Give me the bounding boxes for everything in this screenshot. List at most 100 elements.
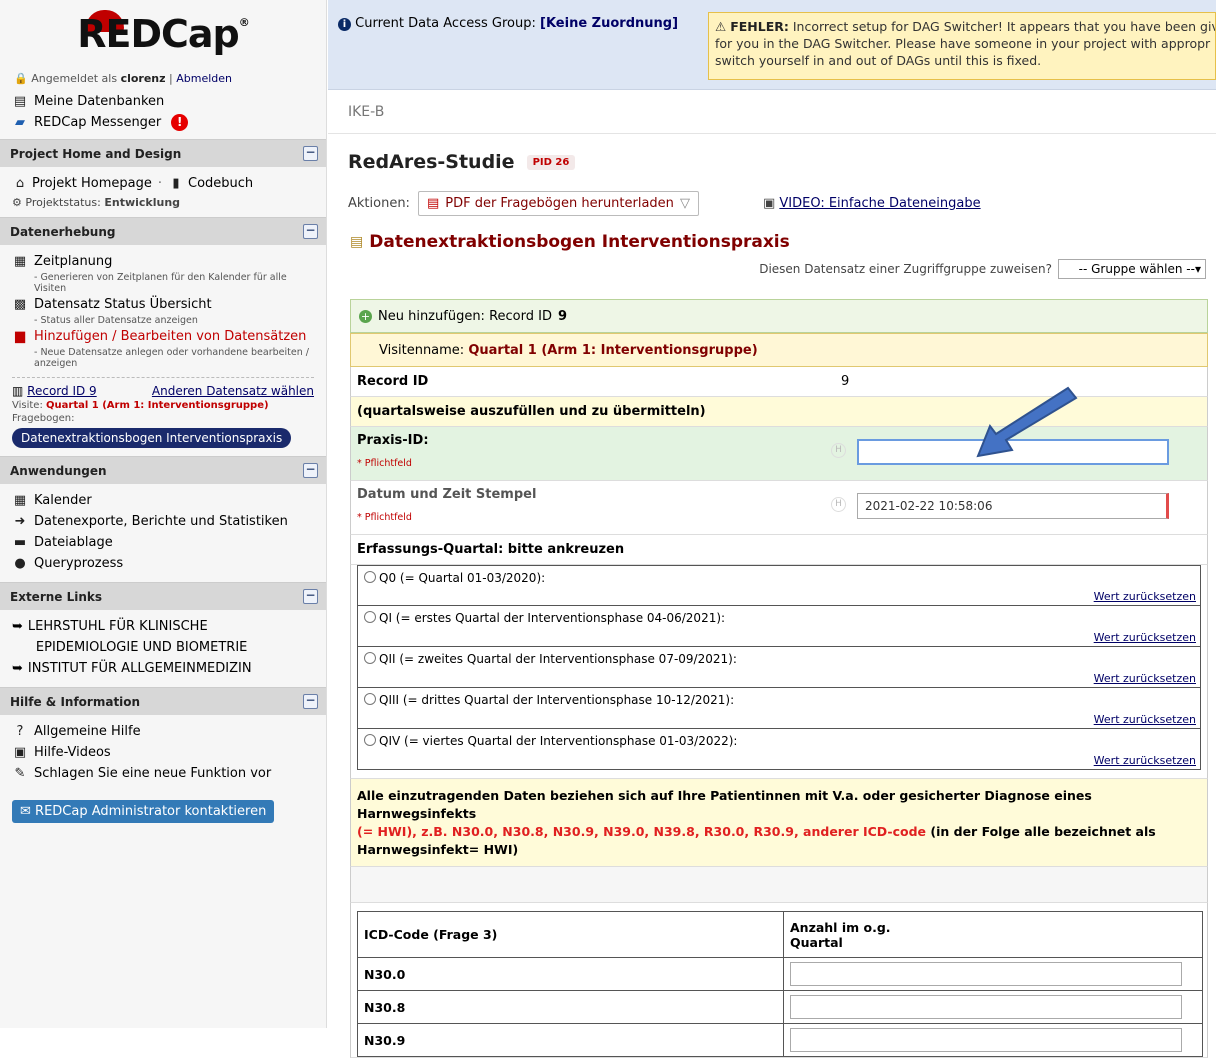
new-record-label: Neu hinzufügen: Record ID — [378, 308, 552, 324]
reset-link[interactable]: Wert zurücksetzen — [1094, 713, 1196, 726]
query-process-label: Queryprozess — [34, 556, 124, 571]
reset-link[interactable]: Wert zurücksetzen — [1094, 672, 1196, 685]
actions-label: Aktionen: — [348, 195, 410, 211]
codebook-link[interactable]: ▮ Codebuch — [168, 173, 253, 194]
current-form-pill[interactable]: Datenextraktionsbogen Interventionspraxi… — [12, 428, 292, 448]
radio-option[interactable]: QIV (= viertes Quartal der Interventions… — [357, 729, 1201, 770]
section-external-links: Externe Links − — [0, 582, 326, 610]
form-label: Fragebogen: — [12, 413, 75, 424]
lock-icon: 🔒 — [14, 72, 28, 85]
data-exports-link[interactable]: ➜ Datenexporte, Berichte und Statistiken — [12, 511, 314, 532]
calendar-link[interactable]: ▦ Kalender — [12, 490, 314, 511]
collapse-icon[interactable]: − — [303, 463, 318, 478]
external-link-general-medicine[interactable]: ➥ INSTITUT FÜR ALLGEMEINMEDIZIN — [12, 658, 314, 679]
external-link-epidemiology[interactable]: ➥ LEHRSTUHL FÜR KLINISCHE EPIDEMIOLOGIE U… — [12, 616, 314, 658]
icd-table: ICD-Code (Frage 3) Anzahl im o.g. Quartal… — [357, 911, 1203, 1057]
dag-assign-label: Diesen Datensatz einer Zugriffgruppe zuw… — [759, 262, 1052, 276]
scheduling-link[interactable]: ▦ Zeitplanung — [12, 251, 314, 272]
reset-link[interactable]: Wert zurücksetzen — [1094, 631, 1196, 644]
dag-label: Current Data Access Group: — [355, 16, 536, 31]
count-input[interactable] — [790, 995, 1182, 1019]
dag-select[interactable]: -- Gruppe wählen -- ▾ — [1058, 259, 1206, 279]
status-label: Projektstatus: — [25, 196, 101, 209]
status-overview-label: Datensatz Status Übersicht — [34, 297, 212, 312]
general-help-link[interactable]: ? Allgemeine Hilfe — [12, 721, 314, 742]
collapse-icon[interactable]: − — [303, 694, 318, 709]
reset-link[interactable]: Wert zurücksetzen — [1094, 590, 1196, 603]
help-videos-link[interactable]: ▣ Hilfe-Videos — [12, 742, 314, 763]
icd-code-cell: N30.9 — [357, 1023, 784, 1057]
visit-label: Visite: — [12, 400, 43, 411]
my-projects-link[interactable]: ▤ Meine Datenbanken — [12, 91, 314, 112]
count-input[interactable] — [790, 962, 1182, 986]
annotation-arrow-icon — [976, 386, 1078, 458]
chat-icon: ▰ — [15, 115, 25, 130]
history-icon[interactable]: H — [831, 443, 846, 458]
new-record-row: + Neu hinzufügen: Record ID 9 — [350, 299, 1208, 333]
collapse-icon[interactable]: − — [303, 589, 318, 604]
quarter-options: Q0 (= Quartal 01-03/2020): Wert zurückset… — [350, 565, 1208, 779]
radio-option[interactable]: QIII (= drittes Quartal der Intervention… — [357, 688, 1201, 729]
dag-value: [Keine Zuordnung] — [540, 16, 679, 31]
radio-button[interactable] — [364, 611, 376, 623]
login-prefix: Angemeldet als — [31, 72, 118, 85]
dag-select-value: -- Gruppe wählen -- — [1078, 262, 1195, 276]
record-id-link[interactable]: ▥ Record ID 9 — [12, 384, 97, 398]
download-pdf-button[interactable]: ▤ PDF der Fragebögen herunterladen ▽ — [417, 190, 699, 216]
external-link-label: LEHRSTUHL FÜR KLINISCHE EPIDEMIOLOGIE UND… — [28, 616, 247, 658]
breadcrumb: IKE-B — [328, 90, 1216, 134]
radio-button[interactable] — [364, 571, 376, 583]
count-cell — [783, 990, 1203, 1024]
video-link[interactable]: ▣ VIDEO: Einfache Dateneingabe — [763, 196, 981, 211]
choose-other-record-link[interactable]: Anderen Datensatz wählen — [152, 384, 314, 398]
add-edit-label: Hinzufügen / Bearbeiten von Datensätzen — [34, 329, 307, 344]
query-process-link[interactable]: ● Queryprozess — [12, 553, 314, 574]
radio-option[interactable]: QI (= erstes Quartal der Interventionsph… — [357, 606, 1201, 647]
grid-icon: ▩ — [13, 297, 27, 312]
form-title-text: Datenextraktionsbogen Interventionspraxi… — [369, 232, 790, 252]
logout-link[interactable]: Abmelden — [176, 72, 232, 85]
add-edit-records-link[interactable]: ▆ Hinzufügen / Bearbeiten von Datensätze… — [12, 326, 314, 347]
count-header-line: Quartal — [790, 934, 843, 950]
my-projects-label: Meine Datenbanken — [34, 94, 165, 109]
edit-icon: ✎ — [14, 766, 26, 781]
suggest-feature-link[interactable]: ✎ Schlagen Sie eine neue Funktion vor — [12, 763, 314, 784]
file-repository-link[interactable]: ▬ Dateiablage — [12, 532, 314, 553]
timestamp-input[interactable] — [857, 493, 1169, 519]
collapse-icon[interactable]: − — [303, 224, 318, 239]
radio-option[interactable]: Q0 (= Quartal 01-03/2020): Wert zurückset… — [357, 565, 1201, 606]
dot-separator: · — [157, 176, 162, 191]
record-status-dashboard-link[interactable]: ▩ Datensatz Status Übersicht — [12, 294, 314, 315]
count-cell — [783, 957, 1203, 991]
radio-button[interactable] — [364, 652, 376, 664]
visit-name-row: Visitenname: Quartal 1 (Arm 1: Intervent… — [350, 333, 1208, 367]
visit-value: Quartal 1 (Arm 1: Interventionsgruppe) — [46, 400, 269, 411]
record-id-label: Record ID — [357, 374, 429, 389]
radio-button[interactable] — [364, 734, 376, 746]
link-line: EPIDEMIOLOGIE UND BIOMETRIE — [35, 640, 248, 655]
radio-button[interactable] — [364, 693, 376, 705]
warning-line: Incorrect setup for DAG Switcher! It app… — [792, 19, 1216, 34]
reset-link[interactable]: Wert zurücksetzen — [1094, 754, 1196, 767]
project-homepage-link[interactable]: ⌂ Projekt Homepage — [12, 173, 152, 194]
add-edit-note: - Neue Datensatze anlegen oder vorhanden… — [34, 347, 309, 369]
section-title: Hilfe & Information — [10, 694, 141, 709]
section-title: Externe Links — [10, 589, 103, 604]
visit-name-value: Quartal 1 (Arm 1: Interventionsgruppe) — [468, 342, 758, 358]
redcap-logo[interactable]: REDCap® — [0, 0, 326, 66]
contact-admin-button[interactable]: ✉ REDCap Administrator kontaktieren — [12, 800, 275, 823]
history-icon[interactable]: H — [831, 497, 846, 512]
info-line: Harnwegsinfekt= HWI) — [357, 842, 519, 857]
login-separator: | — [169, 72, 173, 85]
count-input[interactable] — [790, 1028, 1182, 1052]
list-icon: ▤ — [13, 94, 27, 109]
scheduling-note: - Generieren von Zeitplanen für den Kale… — [34, 272, 287, 294]
messenger-link[interactable]: ▰ REDCap Messenger ! — [12, 112, 314, 133]
info-icd-codes: (= HWI), z.B. N30.0, N30.8, N30.9, N39.0… — [357, 824, 927, 839]
collapse-icon[interactable]: − — [303, 146, 318, 161]
main-content: i Current Data Access Group: [Keine Zuor… — [328, 0, 1216, 1058]
option-label: QIII (= drittes Quartal der Intervention… — [379, 693, 735, 707]
login-status: 🔒 Angemeldet als clorenz | Abmelden — [0, 72, 326, 85]
radio-option[interactable]: QII (= zweites Quartal der Interventions… — [357, 647, 1201, 688]
icd-code-cell: N30.0 — [357, 957, 784, 991]
